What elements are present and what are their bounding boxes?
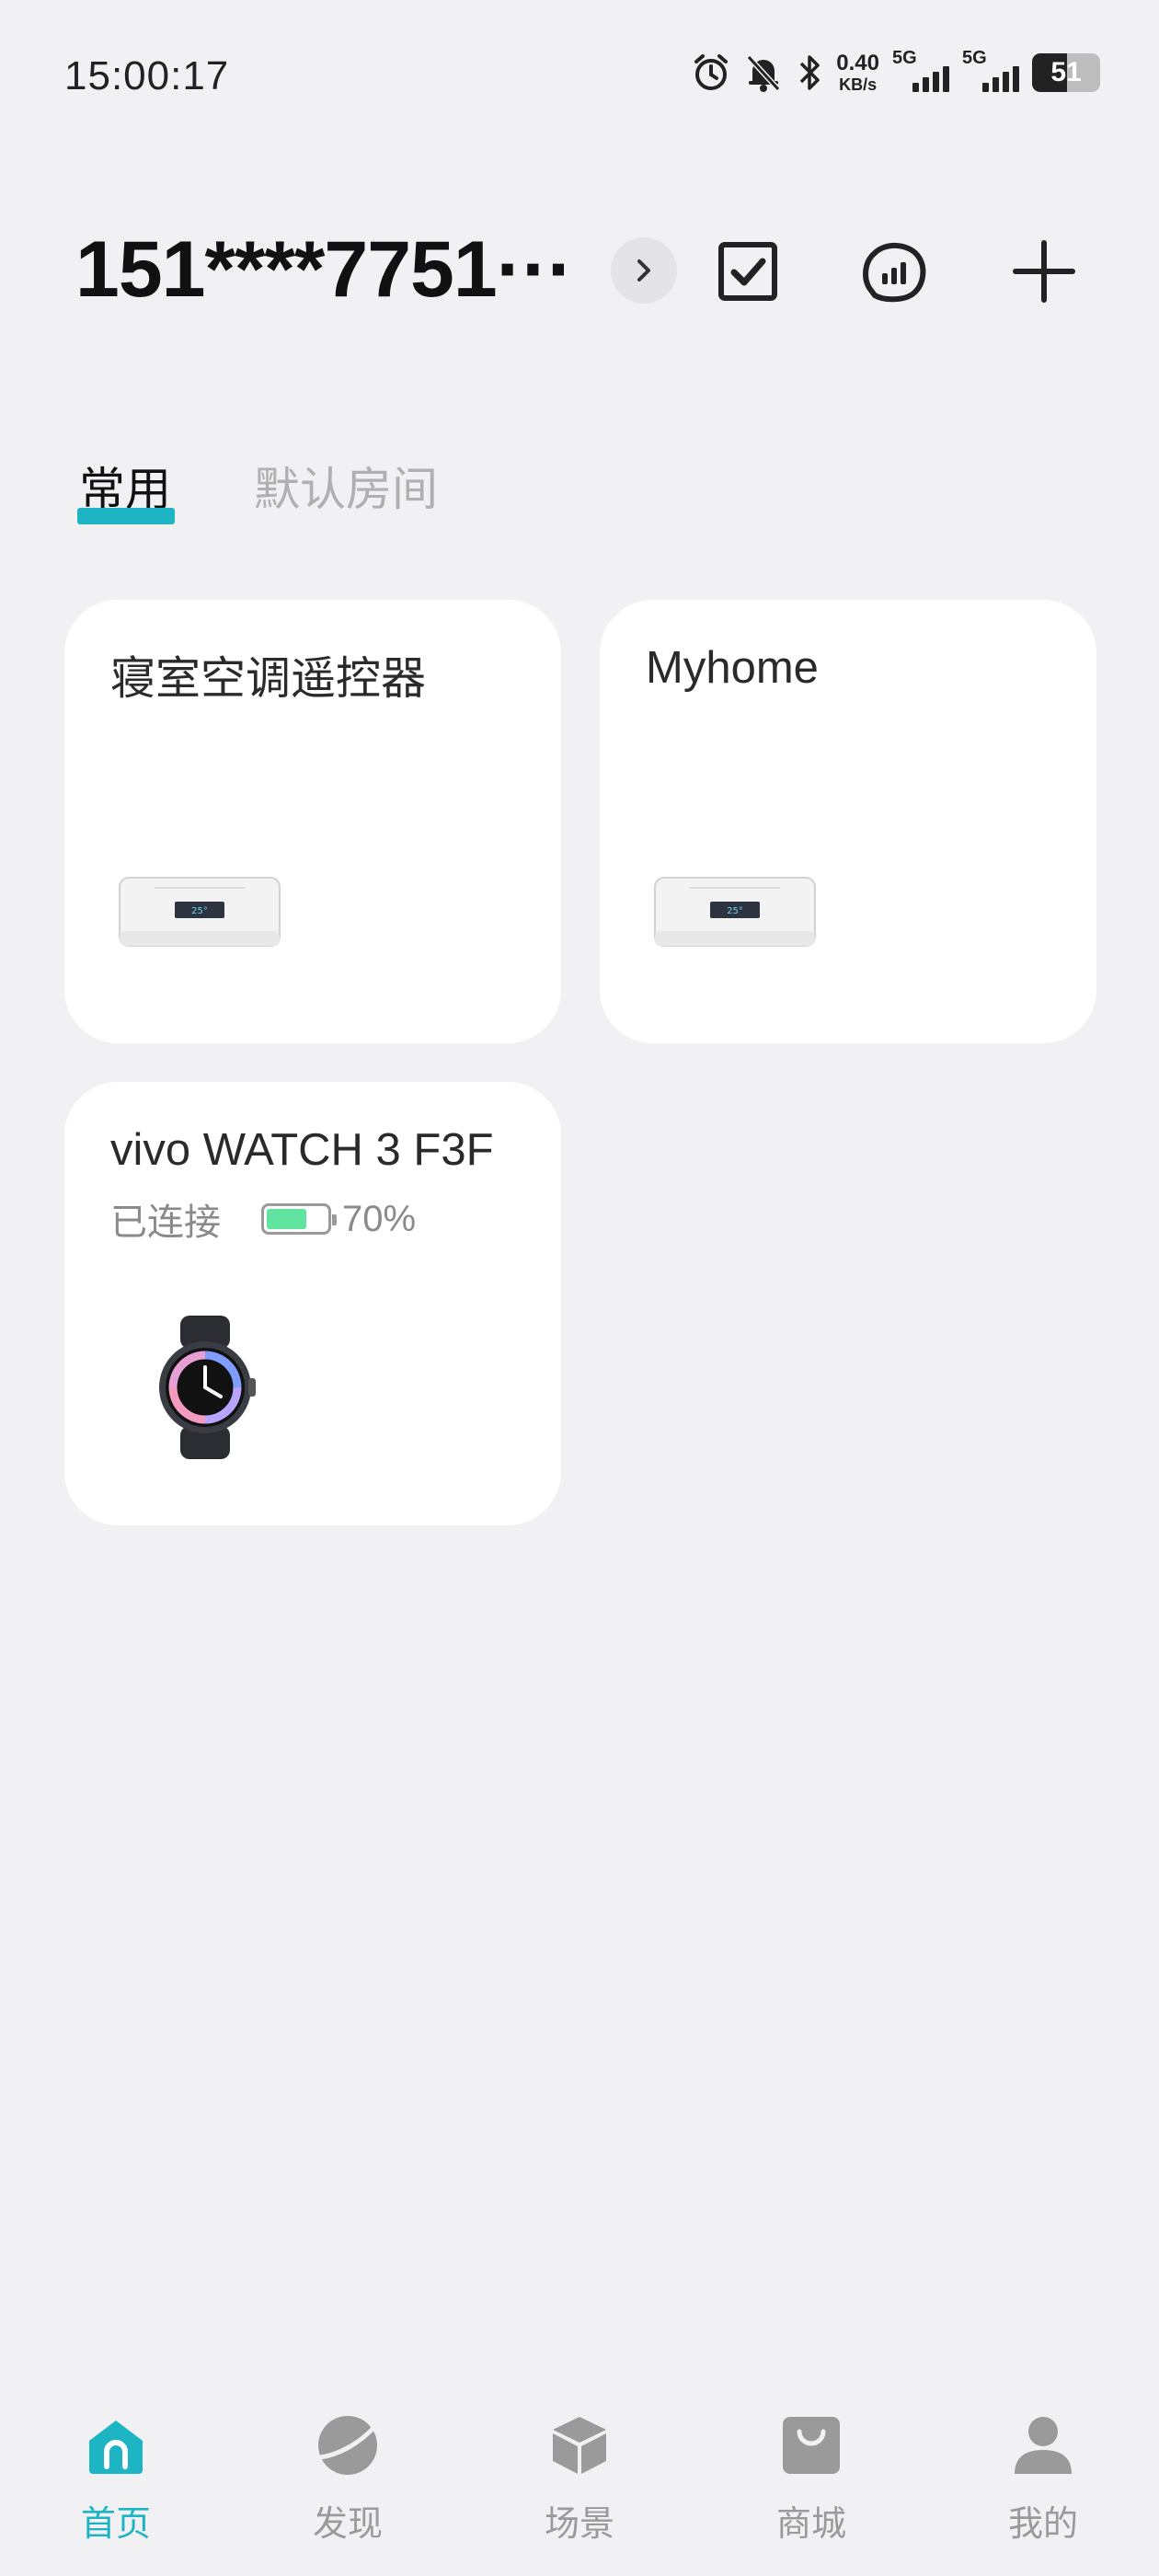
bottom-nav: 首页 发现 场景 商城 我的 (0, 2383, 1159, 2576)
device-battery-fill (267, 1209, 306, 1229)
plus-icon (1013, 240, 1075, 303)
ac-display-temp: 25° (727, 906, 743, 916)
bluetooth-icon (796, 52, 823, 93)
nav-discover[interactable]: 发现 (274, 2409, 421, 2546)
alarm-icon (691, 52, 731, 93)
watch-image (159, 1316, 256, 1459)
nav-profile[interactable]: 我的 (970, 2409, 1117, 2546)
discover-icon (311, 2409, 384, 2482)
device-status-row: 已连接 70% (110, 1192, 416, 1246)
manage-button[interactable] (708, 232, 787, 311)
nav-label: 首页 (80, 2505, 151, 2544)
status-time: 15:00:17 (64, 53, 230, 98)
shop-bag-icon (775, 2409, 848, 2482)
battery-percent: 51 (1050, 57, 1082, 87)
air-conditioner-image: 25° (654, 877, 816, 947)
network-speed-unit: KB/s (839, 75, 878, 94)
checkbox-icon (718, 242, 777, 301)
nav-shop[interactable]: 商城 (738, 2409, 885, 2546)
add-device-button[interactable] (1004, 232, 1084, 311)
signal-5g-icon: 5G (962, 48, 1019, 96)
nav-label: 我的 (1007, 2505, 1078, 2544)
network-speed: 0.40 KB/s (836, 51, 879, 94)
device-name: vivo WATCH 3 F3F (110, 1125, 494, 1175)
connection-status: 已连接 (110, 1202, 221, 1243)
nav-label: 发现 (312, 2505, 383, 2544)
tab-active-indicator (77, 508, 175, 524)
battery-icon: 51 (1032, 53, 1100, 92)
device-card[interactable]: vivo WATCH 3 F3F 已连接 70% (64, 1082, 561, 1525)
home-switch-button[interactable] (611, 237, 677, 304)
air-conditioner-image: 25° (119, 877, 281, 947)
status-icons: 0.40 KB/s 5G 5G 51 (691, 48, 1100, 96)
voice-assistant-button[interactable] (855, 232, 935, 311)
signal-5g-icon: 5G (892, 48, 949, 96)
mute-bell-icon (744, 52, 783, 93)
network-speed-value: 0.40 (836, 51, 879, 75)
header: 151****7751··· (0, 212, 1159, 331)
scene-cube-icon (543, 2409, 616, 2482)
profile-icon (1006, 2409, 1080, 2482)
chevron-right-icon (637, 259, 650, 282)
device-name: 寝室空调遥控器 (110, 654, 427, 704)
nav-home[interactable]: 首页 (42, 2409, 189, 2546)
device-battery-icon (261, 1203, 337, 1235)
home-name[interactable]: 151****7751··· (75, 224, 574, 316)
device-name: Myhome (646, 643, 819, 693)
ac-display-temp: 25° (191, 906, 208, 916)
device-card[interactable]: Myhome 25° (600, 600, 1096, 1043)
signal-cloud-icon (863, 243, 926, 303)
device-card[interactable]: 寝室空调遥控器 25° (64, 600, 561, 1043)
home-icon (79, 2409, 153, 2482)
status-bar: 15:00:17 0.40 KB/s 5G 5G 51 (0, 0, 1159, 147)
device-battery-percent: 70% (342, 1198, 417, 1239)
nav-scene[interactable]: 场景 (506, 2409, 653, 2546)
nav-label: 场景 (544, 2505, 614, 2544)
nav-label: 商城 (775, 2505, 846, 2544)
tab-default-room[interactable]: 默认房间 (254, 453, 438, 519)
